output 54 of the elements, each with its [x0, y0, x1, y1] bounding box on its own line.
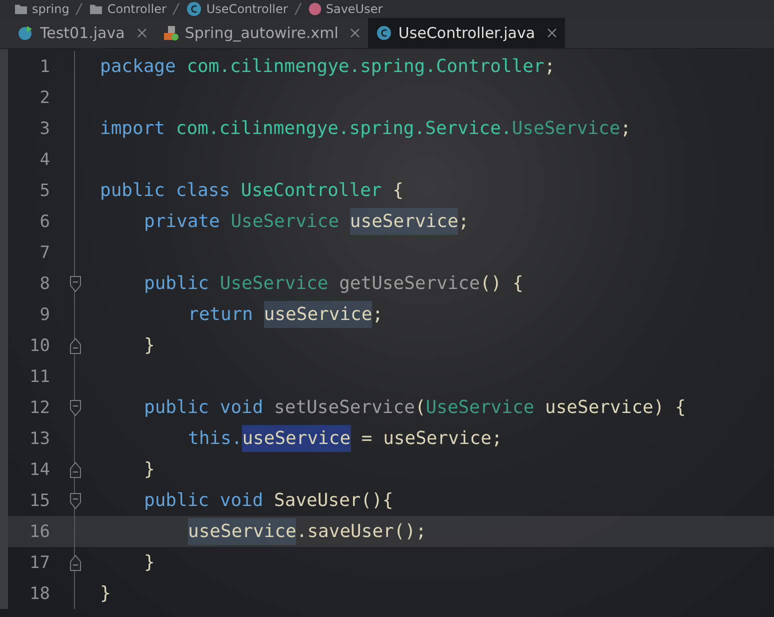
line-number: 13: [28, 428, 50, 448]
close-icon[interactable]: [350, 28, 360, 38]
class-run-icon: [18, 25, 34, 41]
code-line: }: [144, 335, 155, 356]
line-number: 14: [28, 460, 50, 480]
line-number: 18: [28, 584, 50, 604]
code-line: this.useService = useService;: [188, 428, 502, 449]
line-number: 10: [28, 336, 50, 356]
line-number: 4: [38, 150, 50, 170]
class-icon: [376, 25, 392, 41]
breadcrumb-item[interactable]: SaveUser: [326, 2, 383, 16]
separator-icon: [294, 3, 302, 15]
code-line: }: [100, 583, 111, 604]
separator-icon: [172, 3, 180, 15]
line-number: 12: [28, 398, 50, 418]
class-icon: [186, 1, 202, 17]
line-number: 17: [28, 552, 50, 572]
separator-icon: [75, 3, 84, 15]
folder-icon: [89, 3, 104, 15]
code-line: public class UseController {: [100, 180, 404, 201]
line-number: 11: [28, 366, 50, 386]
line-number: 15: [28, 490, 50, 510]
line-number: 5: [38, 180, 50, 200]
fold-marker-icon[interactable]: [70, 554, 80, 570]
editor-tab[interactable]: UseController.java: [368, 18, 566, 48]
code-line: package com.cilinmengye.spring.Controller;: [100, 56, 556, 77]
method-icon: [308, 2, 322, 16]
fold-marker-icon[interactable]: [70, 276, 80, 292]
fold-marker-icon[interactable]: [70, 492, 80, 508]
code-line: public void setUseService(UseService useService) {: [144, 397, 686, 418]
xml-file-icon: [162, 25, 179, 41]
line-number: 7: [38, 242, 50, 262]
code-line: public void SaveUser(){: [144, 490, 394, 511]
code-line: }: [144, 552, 155, 573]
breadcrumb-item[interactable]: Controller: [107, 2, 166, 16]
fold-marker-icon[interactable]: [70, 462, 80, 478]
line-number: 1: [38, 56, 50, 76]
code-line: }: [144, 459, 155, 480]
code-line: public UseService getUseService() {: [144, 273, 524, 294]
code-line: private UseService useService;: [144, 211, 470, 232]
close-icon[interactable]: [547, 28, 558, 38]
line-number: 2: [38, 88, 50, 108]
code-line: import com.cilinmengye.spring.Service.UseService;: [100, 118, 632, 139]
breadcrumb-item[interactable]: spring: [32, 2, 70, 16]
line-number: 6: [38, 212, 50, 232]
breadcrumb-item[interactable]: UseController: [206, 2, 288, 16]
fold-marker-icon[interactable]: [70, 338, 80, 354]
line-number: 9: [38, 304, 50, 324]
folder-icon: [14, 3, 28, 15]
line-number: 8: [38, 274, 50, 294]
close-icon[interactable]: [136, 28, 147, 38]
line-number: 16: [28, 522, 50, 542]
line-number: 3: [38, 118, 50, 138]
fold-marker-icon[interactable]: [70, 400, 80, 416]
